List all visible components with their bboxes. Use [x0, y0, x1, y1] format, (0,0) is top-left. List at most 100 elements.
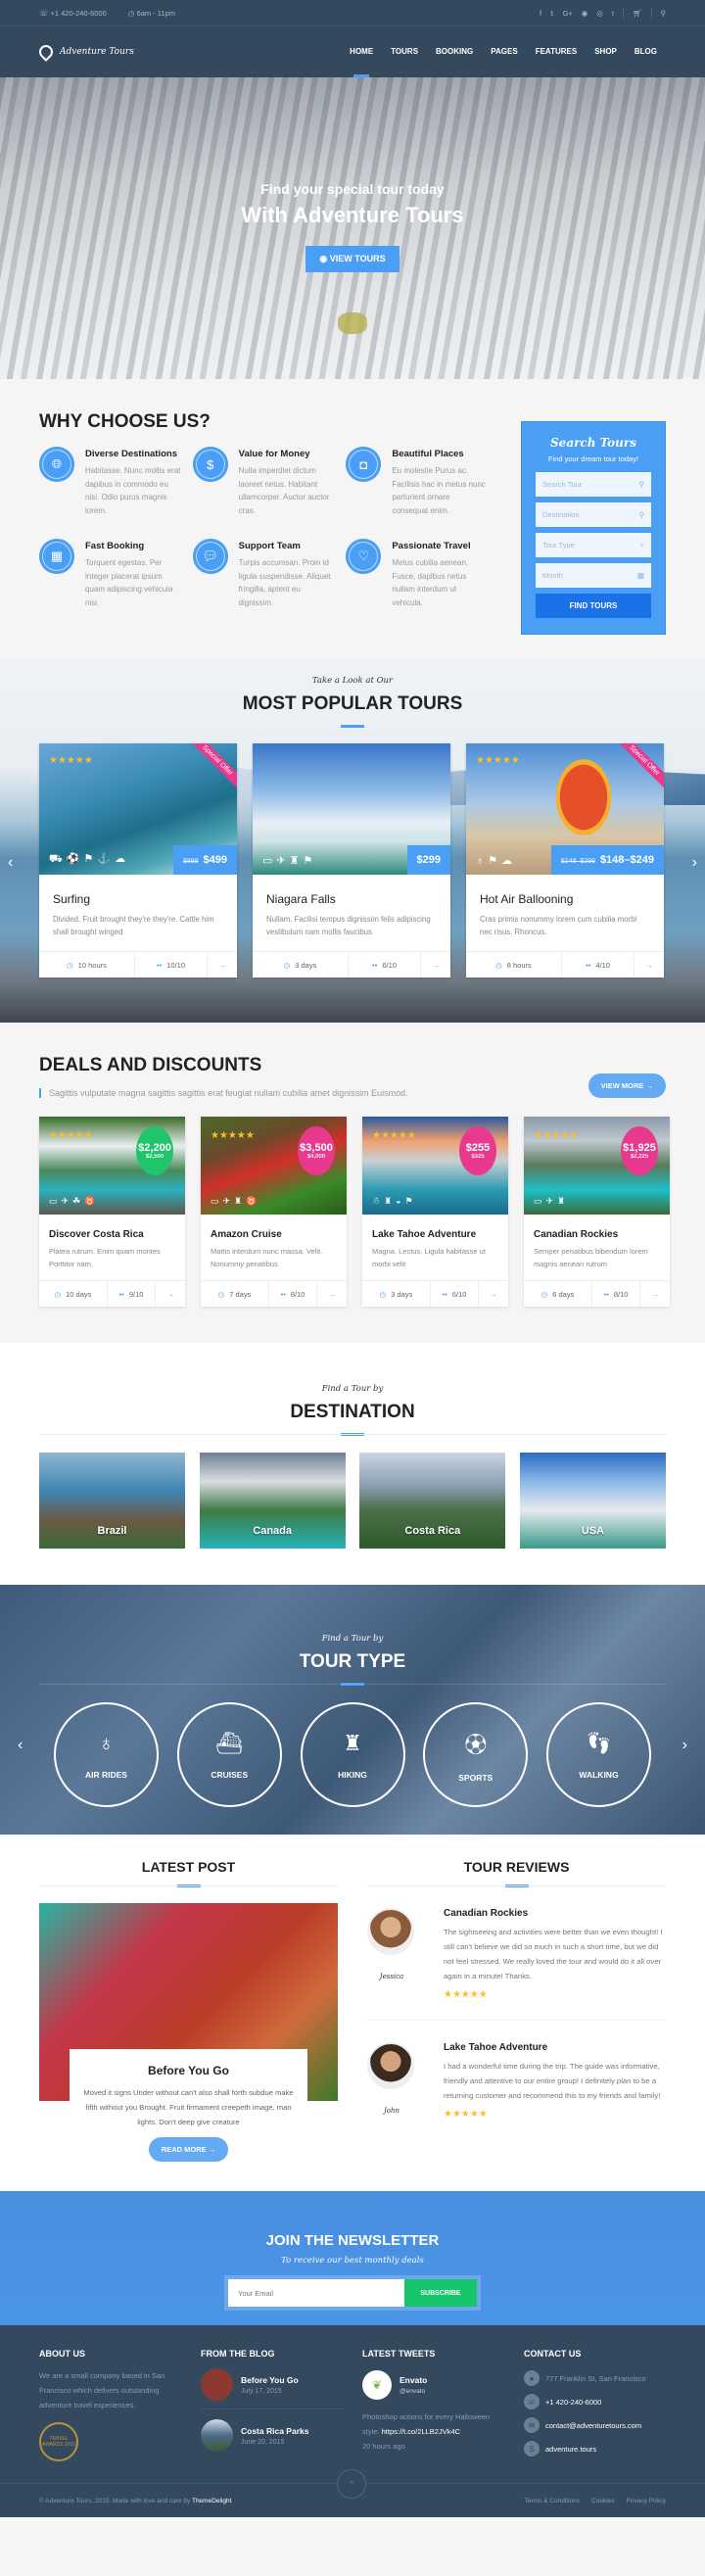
nav-features[interactable]: FEATURES — [527, 26, 587, 77]
section-description: Sagittis vulputate magna sagittis sagitt… — [39, 1088, 408, 1098]
deal-title[interactable]: Discover Costa Rica — [49, 1229, 175, 1240]
deal-image[interactable]: ★★★★★ $3,500 $4,000 ▭✈♜♉ — [201, 1117, 347, 1215]
feature-text: Metus cubilia aenean. Fusce, dapibus net… — [392, 558, 469, 607]
tour-type-air-rides[interactable]: ♁ AIR RIDES — [54, 1702, 159, 1807]
cart-icon[interactable]: 🛒︎ — [633, 9, 642, 18]
nav-shop[interactable]: SHOP — [586, 26, 626, 77]
tumblr-icon[interactable]: t — [612, 9, 614, 18]
brand-link[interactable]: ThemeDelight — [192, 2498, 231, 2504]
tour-image[interactable]: ▭✈♜⚑ $299 — [253, 743, 450, 875]
tour-title[interactable]: Hot Air Ballooning — [480, 892, 650, 906]
tour-card[interactable]: ★★★★★ Special Offer ⛟⚽⚑⚓☁ $899 $499 Surfi… — [39, 743, 237, 978]
price-tag: $148–$299 $148–$249 — [550, 845, 664, 875]
balloon-icon: ♁ — [98, 1730, 115, 1755]
calendar-icon: ▦ — [636, 571, 644, 580]
destination-tile-usa[interactable]: USA — [519, 1453, 666, 1549]
deal-description: Magna. Lectus. Ligula habitasse ut morbi… — [372, 1247, 486, 1268]
deal-title[interactable]: Amazon Cruise — [211, 1229, 337, 1240]
tour-description: Divided. Fruit brought they're they're. … — [53, 915, 214, 936]
popular-tours-section: Take a Look at Our MOST POPULAR TOURS ‹ … — [0, 658, 705, 1023]
cookies-link[interactable]: Cookies — [591, 2498, 614, 2504]
deal-title[interactable]: Lake Tahoe Adventure — [372, 1229, 498, 1240]
view-tours-button[interactable]: ◉ VIEW TOURS — [306, 246, 400, 272]
carousel-next-arrow[interactable]: › — [682, 1737, 687, 1754]
terms-link[interactable]: Terms & Conditions — [525, 2498, 580, 2504]
review-title: Canadian Rockies — [444, 1908, 529, 1919]
destination-tile-canada[interactable]: Canada — [199, 1453, 346, 1549]
post-title[interactable]: Before You Go — [79, 2064, 298, 2077]
view-more-button[interactable]: VIEW MORE → — [588, 1073, 666, 1098]
privacy-link[interactable]: Privacy Policy — [627, 2498, 666, 2504]
contact-email[interactable]: ✉ contact@adventuretours.com — [524, 2417, 666, 2433]
tour-card[interactable]: ▭✈♜⚑ $299 Niagara Falls Nullam. Facilisi … — [253, 743, 450, 978]
search-tour-input[interactable]: Search Tour ⚲ — [536, 472, 651, 497]
arrow-right-icon[interactable]: → — [208, 952, 237, 978]
tour-type-hiking[interactable]: ♜ HIKING — [300, 1702, 405, 1807]
deal-title[interactable]: Canadian Rockies — [534, 1229, 660, 1240]
carousel-prev-arrow[interactable]: ‹ — [8, 854, 13, 872]
google-plus-icon[interactable]: G+ — [563, 9, 573, 18]
logo[interactable]: Adventure Tours — [36, 42, 134, 62]
envelope-icon: ✉ — [524, 2417, 540, 2433]
tour-duration: ◷ 10 hours — [39, 952, 135, 978]
destination-tile-costa-rica[interactable]: Costa Rica — [359, 1453, 506, 1549]
tour-category-icons: ☃♜◒⚑ — [372, 1196, 417, 1206]
subscribe-button[interactable]: SUBSCRIBE — [404, 2279, 477, 2307]
tweet-link[interactable]: https://t.co/2LLB2JVk4C — [382, 2427, 460, 2436]
nav-blog[interactable]: BLOG — [626, 26, 666, 77]
feature-title: Diverse Destinations — [85, 449, 177, 459]
tour-type-select[interactable]: Tour Type ⑂ — [536, 533, 651, 557]
blog-item[interactable]: Before You Go July 17, 2015 — [201, 2368, 343, 2409]
search-icon[interactable]: ⚲ — [661, 9, 667, 18]
divider — [39, 1684, 666, 1685]
email-input[interactable] — [228, 2279, 404, 2307]
tour-image[interactable]: ★★★★★ Special Offer ♁⚑☁ $148–$299 $148–$2… — [466, 743, 664, 875]
deal-image[interactable]: ★★★★★ $2,200 $2,500 ▭✈☘♉ — [39, 1117, 185, 1215]
contact-phone[interactable]: ☏ +1 420-240-6000 — [524, 2394, 666, 2409]
newsletter-title: JOIN THE NEWSLETTER — [265, 2232, 440, 2249]
tour-rating: •• 8/10 — [269, 1281, 317, 1307]
blog-item[interactable]: Costa Rica Parks June 20, 2015 — [201, 2419, 343, 2459]
footer-heading: FROM THE BLOG — [201, 2349, 275, 2359]
deal-image[interactable]: ★★★★★ $1,925 $2,225 ▭✈♜ — [524, 1117, 670, 1215]
arrow-right-icon[interactable]: → — [640, 1281, 670, 1307]
arrow-right-icon[interactable]: → — [421, 952, 450, 978]
month-select[interactable]: Month ▦ — [536, 563, 651, 588]
tour-card[interactable]: ★★★★★ Special Offer ♁⚑☁ $148–$299 $148–$2… — [466, 743, 664, 978]
deal-card[interactable]: ★★★★★ $255 $325 ☃♜◒⚑ Lake Tahoe Adventure… — [362, 1117, 508, 1307]
tour-type-walking[interactable]: 👣︎ WALKING — [546, 1702, 651, 1807]
feature-item: ♡ Passionate Travel Metus cubilia aenean.… — [346, 539, 499, 609]
instagram-icon[interactable]: ◎ — [596, 9, 603, 18]
arrow-right-icon[interactable]: → — [479, 1281, 508, 1307]
find-tours-button[interactable]: FIND TOURS — [536, 594, 651, 618]
carousel-next-arrow[interactable]: › — [692, 854, 697, 872]
twitter-icon[interactable]: 𝕥 — [550, 9, 554, 18]
main-nav: HOME TOURS BOOKING PAGES FEATURES SHOP B… — [341, 26, 666, 77]
destination-select[interactable]: Destination ⚲ — [536, 502, 651, 527]
pinterest-icon[interactable]: ◉ — [582, 9, 588, 18]
destination-tile-brazil[interactable]: Brazil — [39, 1453, 185, 1549]
deal-image[interactable]: ★★★★★ $255 $325 ☃♜◒⚑ — [362, 1117, 508, 1215]
nav-pages[interactable]: PAGES — [482, 26, 526, 77]
divider — [39, 1885, 338, 1886]
carousel-prev-arrow[interactable]: ‹ — [18, 1737, 23, 1754]
read-more-button[interactable]: READ MORE → — [148, 2137, 229, 2162]
tour-title[interactable]: Surfing — [53, 892, 223, 906]
tour-type-sports[interactable]: ⚽︎ SPORTS — [423, 1702, 529, 1807]
facebook-icon[interactable]: f — [540, 9, 541, 18]
arrow-right-icon[interactable]: → — [317, 1281, 347, 1307]
discount-badge: $2,200 $2,500 — [136, 1126, 173, 1175]
tour-category-icons: ▭✈☘♉ — [49, 1196, 100, 1206]
tour-type-cruises[interactable]: ⛴ CRUISES — [176, 1702, 282, 1807]
deal-card[interactable]: ★★★★★ $2,200 $2,500 ▭✈☘♉ Discover Costa R… — [39, 1117, 185, 1307]
nav-booking[interactable]: BOOKING — [427, 26, 482, 77]
arrow-right-icon[interactable]: → — [156, 1281, 185, 1307]
tour-title[interactable]: Niagara Falls — [266, 892, 437, 906]
nav-tours[interactable]: TOURS — [382, 26, 427, 77]
tour-image[interactable]: ★★★★★ Special Offer ⛟⚽⚑⚓☁ $899 $499 — [39, 743, 237, 875]
nav-home[interactable]: HOME — [341, 26, 382, 77]
deal-card[interactable]: ★★★★★ $1,925 $2,225 ▭✈♜ Canadian Rockies S… — [524, 1117, 670, 1307]
deal-card[interactable]: ★★★★★ $3,500 $4,000 ▭✈♜♉ Amazon Cruise Mat… — [201, 1117, 347, 1307]
arrow-right-icon[interactable]: → — [634, 952, 664, 978]
contact-skype[interactable]: Sadventure.tours — [524, 2441, 666, 2457]
